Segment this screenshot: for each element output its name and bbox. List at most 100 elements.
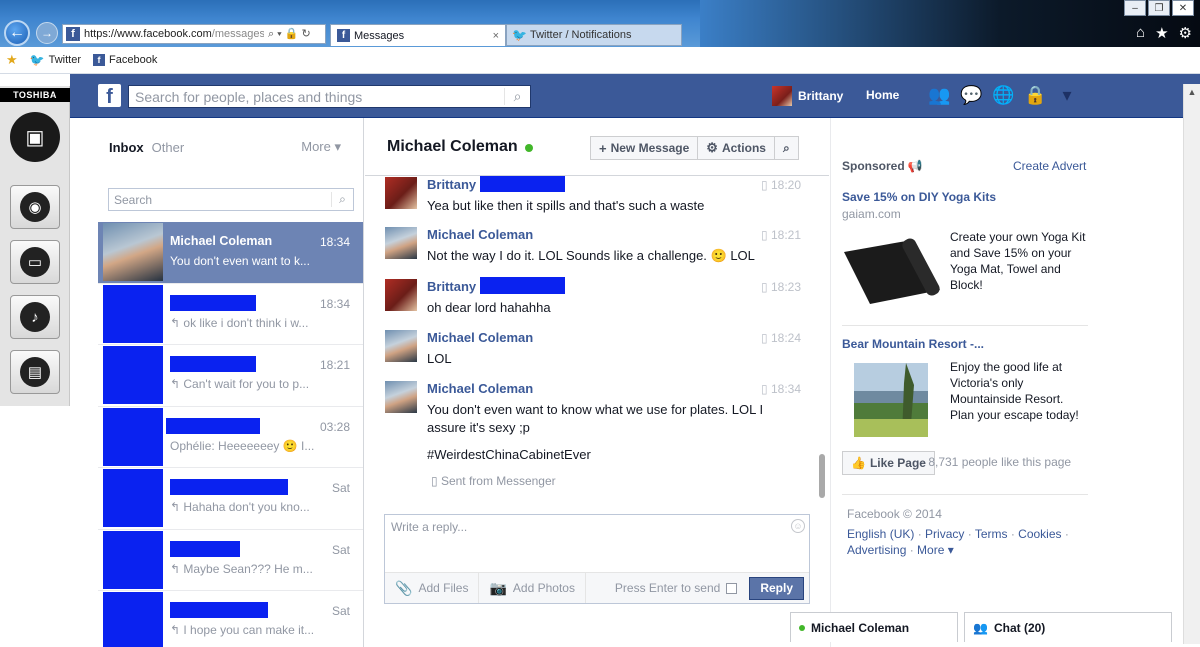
message-time: ▯ 18:21 bbox=[761, 228, 801, 242]
footer-link-terms[interactable]: Terms bbox=[975, 527, 1008, 541]
reply-composer: ☺ 📎 Add Files 📷 Add Photos Press Enter to … bbox=[384, 514, 810, 604]
notifications-globe-icon[interactable]: 🌐 bbox=[992, 85, 1014, 106]
footer-link-advertising[interactable]: Advertising bbox=[847, 543, 906, 557]
reply-button[interactable]: Reply bbox=[749, 576, 804, 600]
address-controls[interactable]: ⌕▾🔒↻ bbox=[268, 27, 314, 41]
settings-gear-icon[interactable]: ⚙ bbox=[1179, 24, 1192, 42]
press-enter-checkbox[interactable] bbox=[726, 582, 738, 594]
other-tab[interactable]: Other bbox=[152, 140, 185, 155]
forward-button[interactable]: → bbox=[36, 22, 58, 44]
message-sender[interactable]: Michael Coleman bbox=[427, 330, 533, 345]
favorite-twitter[interactable]: 🐦 Twitter bbox=[30, 53, 81, 67]
search-conversation-button[interactable]: ⌕ bbox=[775, 137, 798, 159]
reply-textarea[interactable] bbox=[385, 515, 785, 569]
back-button[interactable]: ← bbox=[4, 20, 30, 46]
thread-item[interactable]: Sat ↰ Hahaha don't you kno... bbox=[98, 468, 363, 530]
page-scrollbar[interactable]: ▲ bbox=[1183, 84, 1200, 644]
create-advert-link[interactable]: Create Advert bbox=[1013, 159, 1086, 173]
home-icon[interactable]: ⌂ bbox=[1136, 24, 1145, 42]
privacy-lock-icon[interactable]: 🔒 bbox=[1024, 85, 1046, 106]
message-sender[interactable]: Michael Coleman bbox=[427, 227, 533, 242]
message-time: ▯ 18:23 bbox=[761, 280, 801, 294]
thread-snippet: You don't even want to k... bbox=[170, 254, 310, 269]
yoga-mat-image[interactable] bbox=[842, 230, 942, 310]
thread-snippet: ↰ I hope you can make it... bbox=[170, 623, 315, 638]
conversation-title[interactable]: Michael Coleman bbox=[387, 138, 518, 156]
maximize-button[interactable]: ❐ bbox=[1148, 0, 1170, 16]
thread-item[interactable]: 03:28 Ophélie: Heeeeeeey 🙂 I... bbox=[98, 407, 363, 468]
thread-item[interactable]: 18:34 ↰ ok like i don't think i w... bbox=[98, 284, 363, 345]
facebook-search[interactable]: ⌕ bbox=[128, 85, 531, 108]
message-sender[interactable]: Brittany bbox=[427, 177, 476, 192]
avatar bbox=[385, 227, 417, 259]
resort-image[interactable] bbox=[854, 363, 928, 437]
account-chevron-down-icon[interactable]: ▾ bbox=[1056, 85, 1078, 106]
ad-divider bbox=[842, 494, 1088, 495]
thread-item[interactable]: Sat ↰ Maybe Sean??? He m... bbox=[98, 530, 363, 591]
ad-title[interactable]: Bear Mountain Resort -... bbox=[842, 337, 984, 351]
camera-icon[interactable]: ▣ bbox=[10, 112, 60, 162]
add-photos-button[interactable]: 📷 Add Photos bbox=[479, 573, 586, 603]
new-message-button[interactable]: + New Message bbox=[591, 137, 699, 159]
thread-name-redacted bbox=[170, 294, 256, 311]
ad-title[interactable]: Save 15% on DIY Yoga Kits bbox=[842, 190, 996, 204]
dock-card-button[interactable]: ▤ bbox=[10, 350, 60, 394]
footer-link-more[interactable]: More ▾ bbox=[917, 543, 954, 557]
profile-link[interactable]: Brittany bbox=[772, 86, 843, 106]
search-icon[interactable]: ⌕ bbox=[331, 192, 353, 207]
message-sender[interactable]: Brittany bbox=[427, 279, 476, 294]
thread-time: 18:34 bbox=[319, 296, 350, 311]
close-window-button[interactable]: ✕ bbox=[1172, 0, 1194, 16]
facebook-logo-icon[interactable]: f bbox=[98, 84, 121, 107]
close-tab-icon[interactable]: × bbox=[493, 30, 499, 42]
chat-tab-michael-coleman[interactable]: Michael Coleman bbox=[790, 612, 958, 642]
audio-icon: ♪ bbox=[20, 302, 50, 332]
address-bar[interactable]: f https://www.facebook.com/messages/ ⌕▾🔒… bbox=[62, 24, 326, 44]
more-dropdown[interactable]: More ▾ bbox=[301, 139, 341, 155]
footer-link-privacy[interactable]: Privacy bbox=[925, 527, 964, 541]
dock-audio-button[interactable]: ♪ bbox=[10, 295, 60, 339]
thread-search[interactable]: ⌕ bbox=[108, 188, 354, 211]
friend-requests-icon[interactable]: 👥 bbox=[928, 85, 950, 106]
add-favorite-icon[interactable]: ★ bbox=[6, 52, 18, 68]
online-status-icon bbox=[525, 144, 533, 152]
actions-button[interactable]: ⚙ Actions bbox=[698, 137, 775, 159]
footer-link-cookies[interactable]: Cookies bbox=[1018, 527, 1061, 541]
like-count: · 8,731 people like this page bbox=[921, 455, 1072, 469]
tab-messages[interactable]: f Messages × bbox=[330, 24, 506, 46]
emoticon-icon[interactable]: ☺ bbox=[791, 519, 805, 533]
like-icon: 👍 bbox=[851, 456, 866, 470]
thread-time: 18:34 bbox=[319, 235, 350, 250]
scroll-up-icon[interactable]: ▲ bbox=[1184, 84, 1200, 100]
toshiba-logo: TOSHIBA bbox=[0, 88, 70, 102]
thread-time: Sat bbox=[331, 542, 350, 557]
favorite-facebook[interactable]: f Facebook bbox=[93, 54, 157, 66]
press-enter-toggle[interactable]: Press Enter to send bbox=[615, 581, 738, 595]
messages-icon[interactable]: 💬 bbox=[960, 85, 982, 106]
thread-avatar-redacted bbox=[103, 284, 163, 343]
address-url[interactable]: https://www.facebook.com/messages/ bbox=[84, 28, 264, 40]
inbox-tab[interactable]: Inbox bbox=[109, 140, 144, 155]
thread-item[interactable]: Sat ↰ I hope you can make it... bbox=[98, 591, 363, 647]
ad-domain[interactable]: gaiam.com bbox=[842, 207, 901, 221]
favorites-star-icon[interactable]: ★ bbox=[1155, 24, 1168, 42]
thread-item[interactable]: 18:21 ↰ Can't wait for you to p... bbox=[98, 345, 363, 407]
jewel-icons: 👥 💬 🌐 🔒 ▾ bbox=[928, 85, 1078, 106]
message-sender[interactable]: Michael Coleman bbox=[427, 381, 533, 396]
search-icon[interactable]: ⌕ bbox=[504, 88, 530, 105]
message-hashtag[interactable]: #WeirdestChinaCabinetEver bbox=[427, 447, 591, 462]
facebook-search-input[interactable] bbox=[129, 86, 504, 107]
footer-link-language[interactable]: English (UK) bbox=[847, 527, 914, 541]
thread-search-input[interactable] bbox=[109, 189, 331, 210]
thread-item[interactable]: Michael Coleman 18:34 You don't even wan… bbox=[98, 222, 363, 284]
home-link[interactable]: Home bbox=[866, 88, 899, 102]
conversation-scrollbar[interactable] bbox=[819, 454, 825, 498]
dock-webcam-button[interactable]: ◉ bbox=[10, 185, 60, 229]
ad-divider bbox=[842, 325, 1088, 326]
chat-sidebar-tab[interactable]: 👥 Chat (20) bbox=[964, 612, 1172, 642]
tab-twitter-notifications[interactable]: 🐦 Twitter / Notifications bbox=[506, 24, 682, 46]
twitter-icon: 🐦 bbox=[29, 53, 45, 67]
dock-display-button[interactable]: ▭ bbox=[10, 240, 60, 284]
add-files-button[interactable]: 📎 Add Files bbox=[385, 573, 480, 603]
minimize-button[interactable]: – bbox=[1124, 0, 1146, 16]
